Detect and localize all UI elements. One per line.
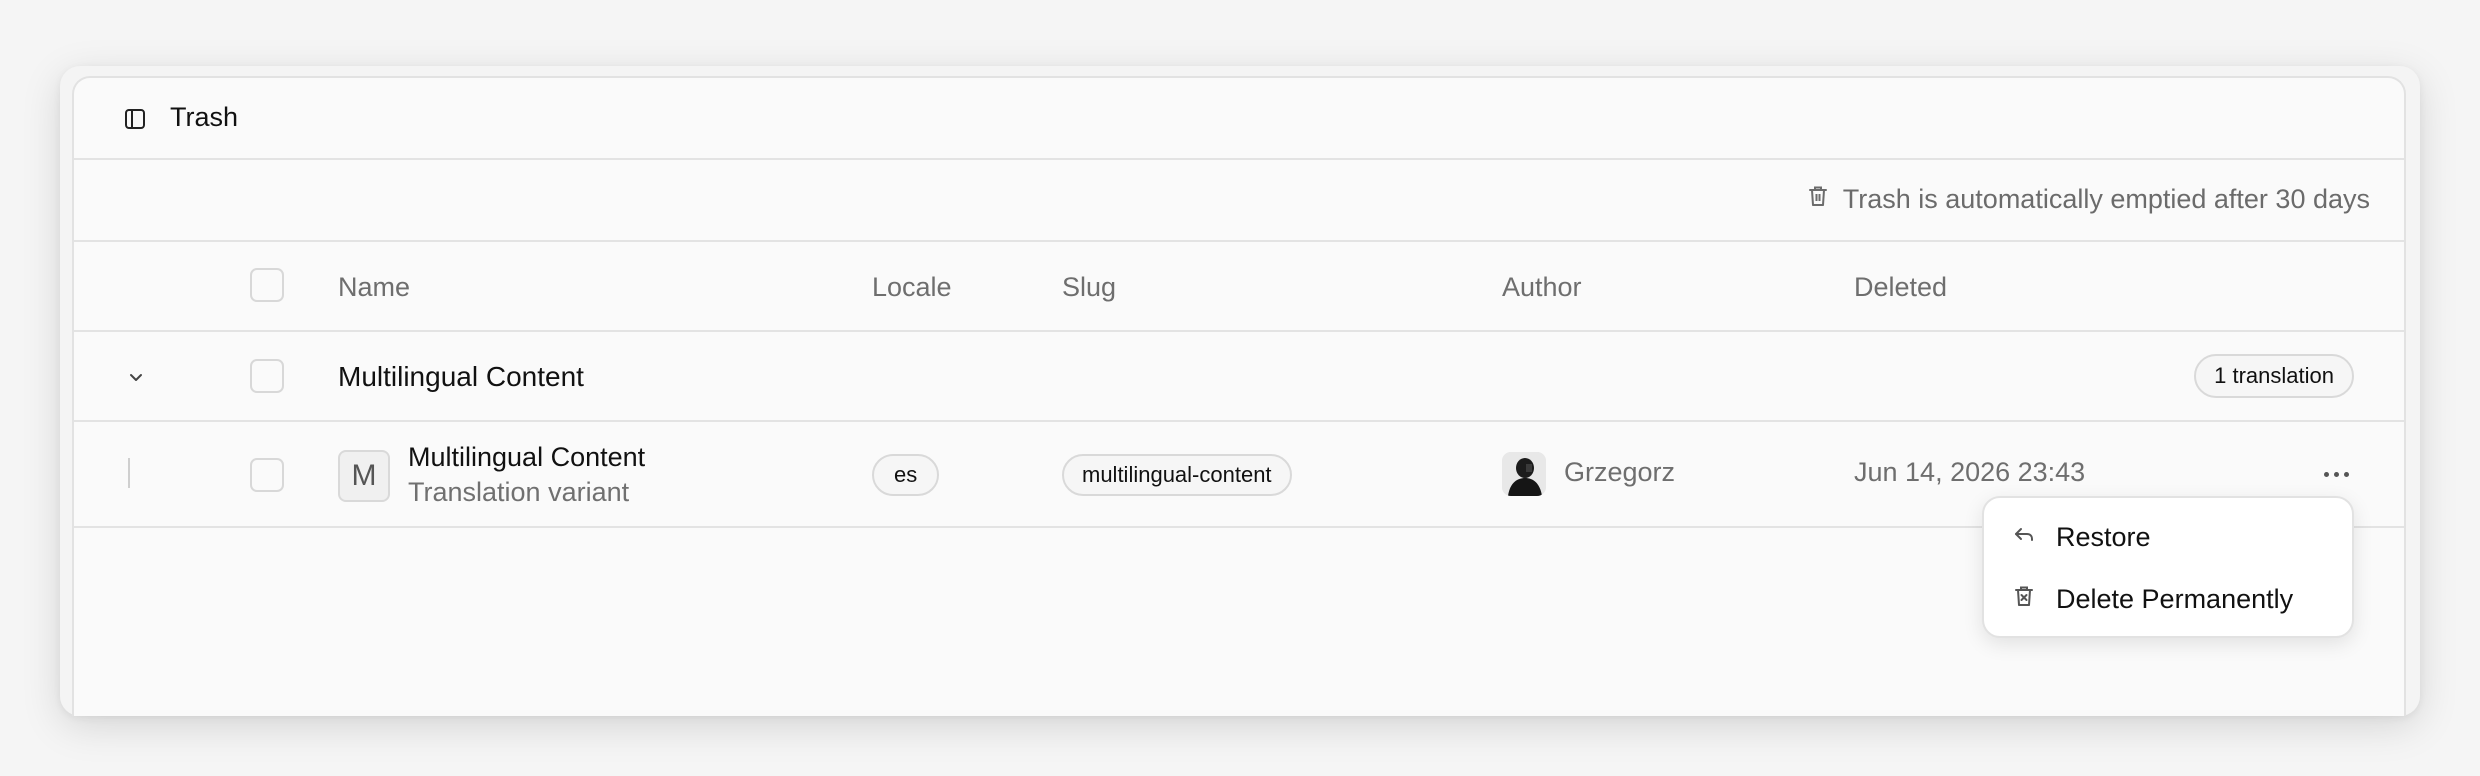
panel-header: Trash bbox=[74, 78, 2404, 160]
translation-count-badge: 1 translation bbox=[2194, 354, 2354, 398]
notice-text: Trash is automatically emptied after 30 … bbox=[1842, 184, 2370, 214]
column-header-author[interactable]: Author bbox=[1502, 272, 1582, 303]
page-title: Trash bbox=[170, 102, 239, 132]
select-all-checkbox[interactable] bbox=[250, 268, 284, 302]
slug-badge: multilingual-content bbox=[1062, 454, 1292, 496]
row-title[interactable]: Multilingual Content bbox=[408, 442, 645, 473]
row-context-menu: Restore Delete Permanently bbox=[1982, 496, 2354, 638]
column-header-name[interactable]: Name bbox=[338, 272, 410, 303]
restore-label: Restore bbox=[2056, 521, 2151, 552]
restore-menu-item[interactable]: Restore bbox=[1984, 506, 2352, 568]
sidebar-toggle-icon[interactable] bbox=[122, 106, 148, 132]
table-header: Name Locale Slug Author Deleted bbox=[74, 242, 2404, 332]
more-dot bbox=[2343, 471, 2349, 477]
auto-empty-notice: Trash is automatically emptied after 30 … bbox=[1807, 184, 2370, 215]
delete-permanently-label: Delete Permanently bbox=[2056, 583, 2294, 614]
tree-indent-line bbox=[128, 458, 130, 488]
group-row[interactable]: Multilingual Content 1 translation bbox=[74, 332, 2404, 422]
undo-arrow-icon bbox=[2012, 522, 2036, 553]
more-dot bbox=[2323, 471, 2329, 477]
delete-permanently-menu-item[interactable]: Delete Permanently bbox=[1984, 568, 2352, 630]
group-checkbox[interactable] bbox=[250, 359, 284, 393]
content-type-badge: M bbox=[338, 450, 390, 502]
group-name: Multilingual Content bbox=[338, 361, 584, 392]
author-name: Grzegorz bbox=[1564, 457, 1676, 487]
more-dot bbox=[2333, 471, 2339, 477]
column-header-locale[interactable]: Locale bbox=[872, 272, 952, 303]
notice-bar: Trash is automatically emptied after 30 … bbox=[74, 160, 2404, 242]
row-subtitle: Translation variant bbox=[408, 477, 630, 507]
more-actions-button[interactable] bbox=[2318, 462, 2354, 486]
trash-icon bbox=[1807, 184, 1829, 215]
column-header-deleted[interactable]: Deleted bbox=[1854, 272, 1947, 303]
row-checkbox[interactable] bbox=[250, 458, 284, 492]
deleted-date: Jun 14, 2026 23:43 bbox=[1854, 457, 2086, 487]
locale-badge: es bbox=[872, 454, 940, 496]
trash-x-icon bbox=[2012, 584, 2036, 615]
chevron-down-icon[interactable] bbox=[124, 365, 148, 389]
column-header-slug[interactable]: Slug bbox=[1062, 272, 1116, 303]
avatar bbox=[1502, 452, 1546, 496]
